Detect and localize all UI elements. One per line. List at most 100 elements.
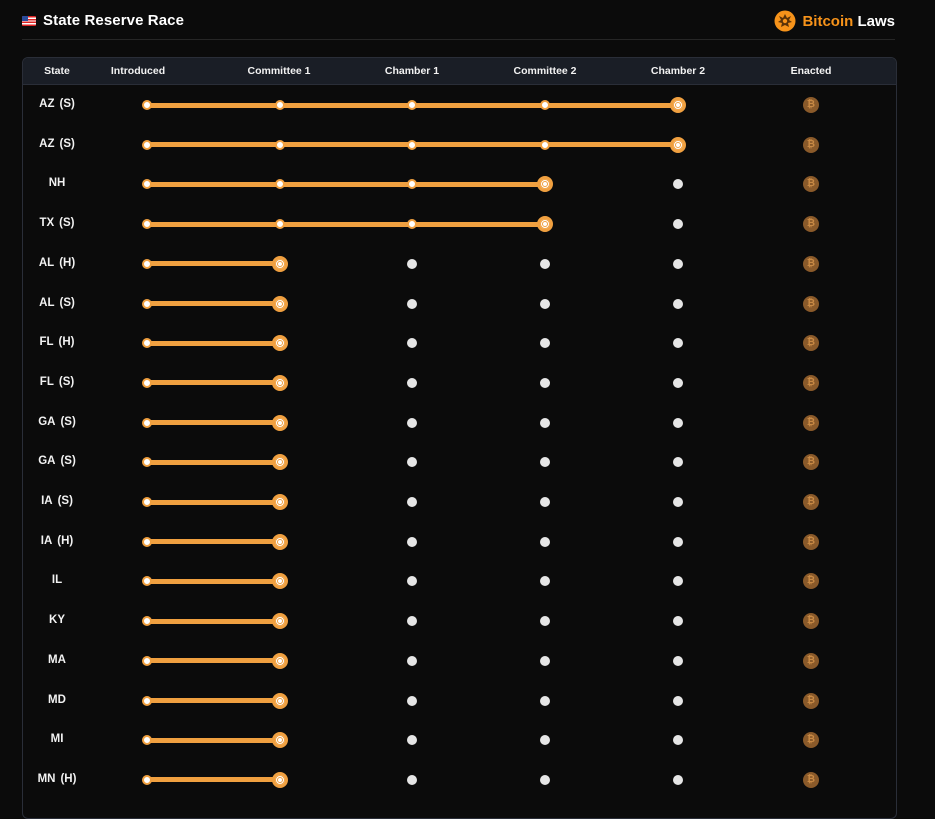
progress-track: [147, 420, 280, 426]
stage-dot-pending: [540, 377, 550, 388]
top-bar: State Reserve Race Bitcoin Laws: [22, 0, 895, 40]
stage-dot-pending: [673, 298, 683, 309]
stage-dot-pending: [673, 417, 683, 428]
table-row[interactable]: GA (S) ₿: [23, 442, 896, 482]
state-code: IA: [41, 495, 53, 507]
stage-dot-pending: [540, 576, 550, 587]
state-code: IL: [51, 574, 63, 587]
progress-track: [147, 261, 280, 267]
stage-dot-pending: [673, 219, 683, 230]
table-row[interactable]: NH ₿: [23, 164, 896, 204]
stage-dot-passed: [275, 100, 285, 110]
stage-dot-pending: [407, 417, 417, 428]
stage-dot-passed: [142, 417, 152, 428]
stage-dot-passed: [142, 536, 152, 547]
bitcoin-icon: ₿: [803, 255, 819, 272]
table-row[interactable]: KY ₿: [23, 601, 896, 641]
progress-track: [147, 301, 280, 306]
stage-dot-current: [670, 97, 686, 113]
brand-name-bitcoin: Bitcoin: [802, 12, 854, 30]
stage-dot-pending: [407, 298, 417, 309]
brand-name-laws: Laws: [857, 12, 895, 30]
state-label-text: MI: [51, 733, 64, 745]
progress-track: [147, 618, 280, 624]
stage-dot-pending: [673, 338, 683, 349]
table-row[interactable]: IL ₿: [23, 561, 896, 601]
stage-dot-passed: [142, 338, 152, 349]
table-row[interactable]: AZ (S) ₿: [23, 85, 896, 125]
stage-dot-pending: [540, 258, 550, 269]
state-label-text: FL (H): [39, 336, 74, 348]
state-code: FL: [39, 375, 54, 388]
state-code: FL: [39, 336, 54, 349]
state-code: AZ: [39, 98, 55, 110]
stage-dot-current: [537, 176, 553, 193]
table-row[interactable]: MD ₿: [23, 681, 896, 721]
progress-track: [147, 578, 280, 584]
brand-logo-link[interactable]: Bitcoin Laws: [774, 10, 895, 32]
stage-dot-pending: [673, 735, 683, 746]
state-code: TX: [39, 217, 55, 230]
state-label-text: AZ (S): [39, 138, 75, 150]
stage-dot-pending: [540, 735, 550, 746]
stage-dot-passed: [142, 576, 152, 587]
bitcoin-icon: ₿: [803, 613, 819, 630]
table-row[interactable]: MN (H) ₿: [23, 760, 896, 800]
table-row[interactable]: MA ₿: [23, 641, 896, 681]
table-row[interactable]: AZ (S) ₿: [23, 125, 896, 165]
stage-dot-pending: [407, 377, 417, 388]
table-row[interactable]: IA (H) ₿: [23, 522, 896, 562]
state-label-text: AL (H): [39, 257, 75, 269]
progress-track: [147, 181, 545, 187]
table-row[interactable]: MI ₿: [23, 720, 896, 760]
table-row[interactable]: IA (S) ₿: [23, 482, 896, 522]
bitcoin-icon: ₿: [803, 414, 819, 431]
state-label-text: NH: [49, 177, 66, 189]
bitcoin-icon: ₿: [803, 176, 819, 193]
chamber-code: (H): [59, 256, 76, 269]
stage-dot-current: [272, 613, 288, 630]
stage-dot-pending: [540, 338, 550, 349]
bitcoin-icon: ₿: [803, 771, 819, 788]
column-header-committee-1: Committee 1: [247, 65, 311, 77]
chamber-code: (S): [59, 137, 75, 150]
stage-dot-pending: [673, 576, 683, 587]
state-code: MI: [50, 733, 64, 746]
state-label-text: IA (H): [41, 535, 73, 547]
table-row[interactable]: FL (S) ₿: [23, 363, 896, 403]
bitcoin-icon: ₿: [803, 374, 819, 391]
progress-track: [147, 499, 280, 505]
progress-track: [147, 737, 280, 743]
stage-dot-passed: [540, 100, 550, 110]
stage-dot-passed: [142, 655, 152, 666]
progress-track: [147, 698, 280, 703]
stage-dot-pending: [673, 457, 683, 468]
stage-dot-pending: [540, 616, 550, 627]
stage-dot-pending: [673, 179, 683, 190]
table-row[interactable]: AL (H) ₿: [23, 244, 896, 284]
table-row[interactable]: TX (S) ₿: [23, 204, 896, 244]
stage-dot-pending: [407, 258, 417, 269]
stage-dot-current: [272, 374, 288, 391]
table-row[interactable]: GA (S) ₿: [23, 403, 896, 443]
table-row[interactable]: AL (S) ₿: [23, 284, 896, 324]
chamber-code: (S): [58, 375, 75, 388]
stage-dot-current: [272, 295, 288, 312]
table-row[interactable]: FL (H) ₿: [23, 323, 896, 363]
state-label-text: GA (S): [38, 416, 76, 428]
column-header-chamber-2: Chamber 2: [650, 65, 706, 77]
stage-dot-passed: [407, 179, 417, 190]
bitcoin-icon: ₿: [803, 295, 819, 312]
page-title: State Reserve Race: [43, 12, 185, 29]
stage-dot-pending: [673, 774, 683, 785]
bitcoin-icon: ₿: [803, 732, 819, 749]
stage-dot-passed: [142, 179, 152, 190]
chamber-code: (H): [57, 534, 74, 547]
state-code: KY: [49, 614, 65, 627]
stage-dot-pending: [407, 655, 417, 666]
chamber-code: (S): [59, 98, 75, 110]
bitcoin-icon: ₿: [803, 136, 819, 153]
stage-dot-passed: [407, 100, 417, 110]
stage-dot-pending: [673, 258, 683, 269]
stage-dot-pending: [540, 655, 550, 666]
